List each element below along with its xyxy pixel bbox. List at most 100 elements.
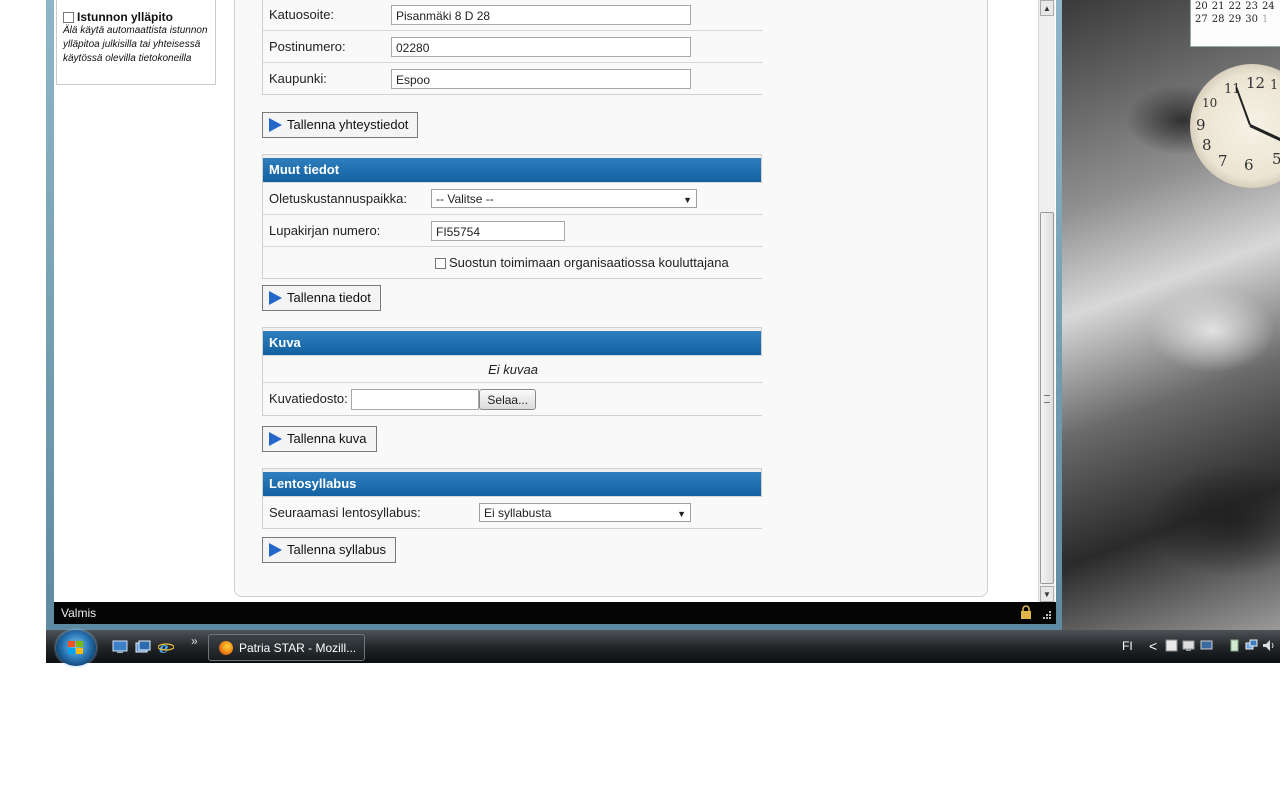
save-contact-button[interactable]: Tallenna yhteystiedot [262, 112, 419, 138]
session-panel: Istunnon ylläpito Älä käytä automaattist… [56, 0, 216, 85]
browser-content: Istunnon ylläpito Älä käytä automaattist… [54, 0, 1056, 624]
clock-numeral: 6 [1244, 156, 1254, 174]
dropdown-arrow-icon: ▼ [683, 195, 692, 205]
scroll-up-arrow-icon[interactable]: ▲ [1040, 0, 1054, 16]
street-input[interactable]: Pisanmäki 8 D 28 [391, 4, 691, 25]
street-label: Katuosoite: [263, 0, 385, 31]
network-icon[interactable] [1245, 639, 1258, 652]
dropdown-arrow-icon: ▼ [677, 509, 686, 519]
clock-numeral: 1 [1270, 78, 1279, 93]
browser-window: Istunnon ylläpito Älä käytä automaattist… [46, 0, 1062, 630]
clock-hour-hand [1235, 87, 1251, 126]
volume-icon[interactable] [1262, 639, 1275, 652]
save-syllabus-button[interactable]: Tallenna syllabus [262, 537, 397, 563]
save-info-label: Tallenna tiedot [287, 290, 371, 305]
city-label: Kaupunki: [263, 62, 385, 94]
save-image-button[interactable]: Tallenna kuva [262, 426, 377, 452]
firefox-icon [219, 641, 233, 655]
play-arrow-icon [269, 543, 282, 557]
status-text: Valmis [61, 606, 97, 620]
calendar-day[interactable]: 27 [1195, 13, 1208, 26]
save-info-button[interactable]: Tallenna tiedot [262, 285, 381, 311]
section-title-image: Kuva [263, 328, 761, 355]
calendar-week-row: 27 28 29 30 1 [1191, 13, 1280, 26]
cost-center-select[interactable]: -- Valitse -- ▼ [431, 189, 697, 208]
cost-center-value: -- Valitse -- [436, 192, 494, 206]
clock-numeral: 12 [1246, 74, 1266, 92]
taskbar-item-label: Patria STAR - Mozill... [239, 641, 357, 655]
calendar-day[interactable]: 29 [1228, 13, 1241, 26]
clock-numeral: 7 [1218, 152, 1228, 170]
vertical-scrollbar[interactable]: ▲ ▼ [1038, 0, 1055, 602]
windows-logo-icon [68, 641, 84, 655]
trainer-checkbox[interactable] [435, 258, 446, 270]
tray-expand-chevron[interactable]: < [1149, 630, 1157, 663]
clock-minute-hand [1249, 124, 1280, 144]
license-label: Lupakirjan numero: [263, 214, 425, 247]
clock-numeral: 10 [1202, 96, 1218, 110]
calendar-day[interactable]: 20 [1195, 0, 1208, 13]
image-file-label: Kuvatiedosto: [269, 390, 348, 406]
padlock-icon[interactable] [1020, 605, 1032, 619]
scroll-down-arrow-icon[interactable]: ▼ [1040, 586, 1054, 602]
city-input[interactable]: Espoo [391, 68, 691, 89]
table-row: Seuraamasi lentosyllabus: Ei syllabusta ▼ [263, 496, 763, 528]
other-info-section: Muut tiedot Oletuskustannuspaikka: -- Va… [262, 154, 763, 279]
table-row: Suostun toimimaan organisaatiossa koulut… [263, 246, 763, 278]
section-title-other: Muut tiedot [263, 155, 761, 182]
table-row: Postinumero: 02280 [263, 30, 763, 63]
syllabus-select[interactable]: Ei syllabusta ▼ [479, 503, 691, 522]
play-arrow-icon [269, 432, 282, 446]
clock-numeral: 5 [1272, 150, 1280, 168]
language-indicator[interactable]: FI [1122, 630, 1133, 663]
calendar-day[interactable]: 22 [1228, 0, 1241, 13]
clock-numeral: 9 [1196, 116, 1206, 134]
start-button[interactable] [56, 630, 96, 666]
taskbar-item-firefox[interactable]: Patria STAR - Mozill... [208, 634, 365, 661]
status-bar: Valmis [54, 602, 1056, 624]
svg-text:e: e [159, 640, 169, 654]
no-image-text: Ei kuvaa [263, 355, 763, 383]
syllabus-value: Ei syllabusta [484, 506, 552, 520]
syllabus-section: Lentosyllabus Seuraamasi lentosyllabus: … [262, 468, 763, 529]
image-file-input[interactable] [351, 388, 480, 410]
show-desktop-icon[interactable] [112, 640, 128, 654]
tray-monitor-icon[interactable] [1200, 639, 1213, 652]
calendar-gadget[interactable]: 20 21 22 23 24 27 28 29 30 1 [1190, 0, 1280, 47]
save-image-label: Tallenna kuva [287, 431, 367, 446]
persist-session-description: Älä käytä automaattista istunnon ylläpit… [63, 25, 208, 64]
cost-center-label: Oletuskustannuspaikka: [263, 182, 425, 215]
section-title-syllabus: Lentosyllabus [263, 469, 761, 496]
table-row: Kaupunki: Espoo [263, 62, 763, 94]
postal-code-label: Postinumero: [263, 30, 385, 63]
trainer-label: Suostun toimimaan organisaatiossa koulut… [449, 255, 729, 270]
calendar-day[interactable]: 21 [1212, 0, 1225, 13]
tray-device-icon[interactable] [1228, 639, 1241, 652]
persist-session-checkbox[interactable] [63, 11, 74, 23]
table-row: Lupakirjan numero: FI55754 [263, 214, 763, 247]
table-row: Katuosoite: Pisanmäki 8 D 28 [263, 0, 763, 31]
resize-grip-icon[interactable] [1042, 610, 1052, 620]
table-row: Ei kuvaa [263, 355, 763, 383]
switch-windows-icon[interactable] [135, 640, 151, 654]
calendar-day[interactable]: 28 [1212, 13, 1225, 26]
calendar-day[interactable]: 24 [1262, 0, 1275, 13]
save-contact-label: Tallenna yhteystiedot [287, 117, 409, 132]
calendar-day[interactable]: 30 [1245, 13, 1258, 26]
clock-numeral: 8 [1202, 136, 1212, 154]
scrollbar-thumb[interactable] [1040, 212, 1054, 584]
calendar-week-row: 20 21 22 23 24 [1191, 0, 1280, 13]
postal-code-input[interactable]: 02280 [391, 36, 691, 57]
table-row: Oletuskustannuspaikka: -- Valitse -- ▼ [263, 182, 763, 215]
browse-button[interactable]: Selaa... [479, 388, 537, 410]
tray-display-icon[interactable] [1182, 639, 1195, 652]
license-input[interactable]: FI55754 [431, 220, 565, 241]
quicklaunch-overflow-chevron[interactable]: » [191, 634, 198, 648]
calendar-day[interactable]: 23 [1245, 0, 1258, 13]
calendar-day[interactable]: 1 [1262, 13, 1268, 26]
table-row: Kuvatiedosto: Selaa... [263, 382, 763, 415]
internet-explorer-icon[interactable]: e [158, 640, 174, 654]
image-section: Kuva Ei kuvaa Kuvatiedosto: Selaa... [262, 327, 763, 416]
play-arrow-icon [269, 291, 282, 305]
tray-gadget-icon[interactable] [1165, 639, 1178, 652]
